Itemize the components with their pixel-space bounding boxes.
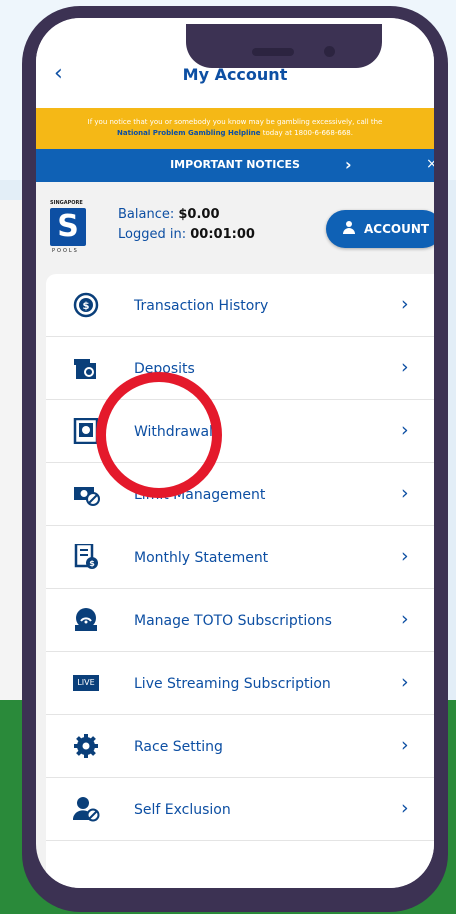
logo-top-text: SINGAPORE [50, 200, 83, 206]
statement-icon: $ [72, 542, 100, 570]
dollar-refresh-icon: $ [72, 292, 100, 318]
phone-notch [186, 24, 382, 68]
account-button[interactable]: ACCOUNT [326, 210, 434, 248]
menu-item-race-setting[interactable]: Race Setting › [46, 715, 434, 778]
highlight-circle [96, 372, 222, 498]
live-badge: LIVE [73, 675, 99, 691]
chevron-right-icon: › [401, 734, 409, 756]
svg-text:$: $ [83, 301, 90, 312]
svg-text:$: $ [89, 559, 95, 568]
chevron-right-icon: › [401, 356, 409, 378]
menu-item-label: Live Streaming Subscription [134, 676, 331, 692]
toto-icon [72, 607, 100, 633]
deposit-icon [72, 355, 100, 381]
logo-bottom-text: POOLS [52, 248, 79, 254]
menu-item-toto-subscriptions[interactable]: Manage TOTO Subscriptions › [46, 589, 434, 652]
chevron-right-icon: › [401, 482, 409, 504]
menu-item-label: Transaction History [134, 298, 269, 314]
helpline-link[interactable]: National Problem Gambling Helpline [117, 129, 261, 137]
menu-item-monthly-statement[interactable]: $ Monthly Statement › [46, 526, 434, 589]
speaker [252, 48, 294, 56]
login-row: Logged in: 00:01:00 [118, 227, 255, 242]
account-button-label: ACCOUNT [364, 222, 430, 236]
live-icon: LIVE [72, 670, 100, 696]
balance-row: Balance: $0.00 [118, 207, 220, 222]
camera [324, 46, 335, 57]
warning-text-line2: National Problem Gambling Helpline today… [36, 128, 434, 139]
account-menu: $ Transaction History › Deposits › Withd… [46, 274, 434, 888]
close-icon[interactable]: × [426, 156, 434, 172]
warning-text: If you notice that you or somebody you k… [87, 118, 383, 126]
chevron-right-icon: › [401, 608, 409, 630]
notices-label: IMPORTANT NOTICES [170, 158, 300, 171]
menu-item-label: Monthly Statement [134, 550, 269, 566]
chevron-right-icon: › [401, 293, 409, 315]
warning-phone-text: today at 1800-6-668-668. [260, 129, 353, 137]
menu-item-label: Self Exclusion [134, 802, 231, 818]
phone-screen: ‹ My Account If you notice that you or s… [36, 18, 434, 888]
chevron-right-icon: › [401, 545, 409, 567]
singapore-pools-logo: SINGAPORE S POOLS [50, 200, 90, 260]
user-icon [342, 221, 356, 235]
limit-icon [72, 481, 100, 507]
balance-value: $0.00 [178, 207, 220, 222]
gear-icon [72, 733, 100, 759]
important-notices-bar[interactable]: IMPORTANT NOTICES › × [36, 149, 434, 182]
chevron-right-icon: › [401, 797, 409, 819]
balance-label: Balance: [118, 207, 175, 222]
menu-item-limit-management[interactable]: Limit Management › [46, 463, 434, 526]
user-block-icon [72, 796, 100, 822]
menu-item-live-streaming[interactable]: LIVE Live Streaming Subscription › [46, 652, 434, 715]
chevron-right-icon: › [401, 671, 409, 693]
logo-mark: S [50, 208, 86, 246]
gambling-warning-banner: If you notice that you or somebody you k… [36, 108, 434, 149]
chevron-right-icon: › [401, 419, 409, 441]
menu-item-label: Race Setting [134, 739, 223, 755]
login-label: Logged in: [118, 227, 187, 242]
login-value: 00:01:00 [190, 227, 255, 242]
account-summary: SINGAPORE S POOLS Balance: $0.00 Logged … [36, 182, 434, 268]
menu-item-label: Manage TOTO Subscriptions [134, 613, 332, 629]
menu-item-transaction-history[interactable]: $ Transaction History › [46, 274, 434, 337]
menu-item-self-exclusion[interactable]: Self Exclusion › [46, 778, 434, 841]
menu-item-deposits[interactable]: Deposits › [46, 337, 434, 400]
chevron-right-icon[interactable]: › [345, 155, 352, 174]
